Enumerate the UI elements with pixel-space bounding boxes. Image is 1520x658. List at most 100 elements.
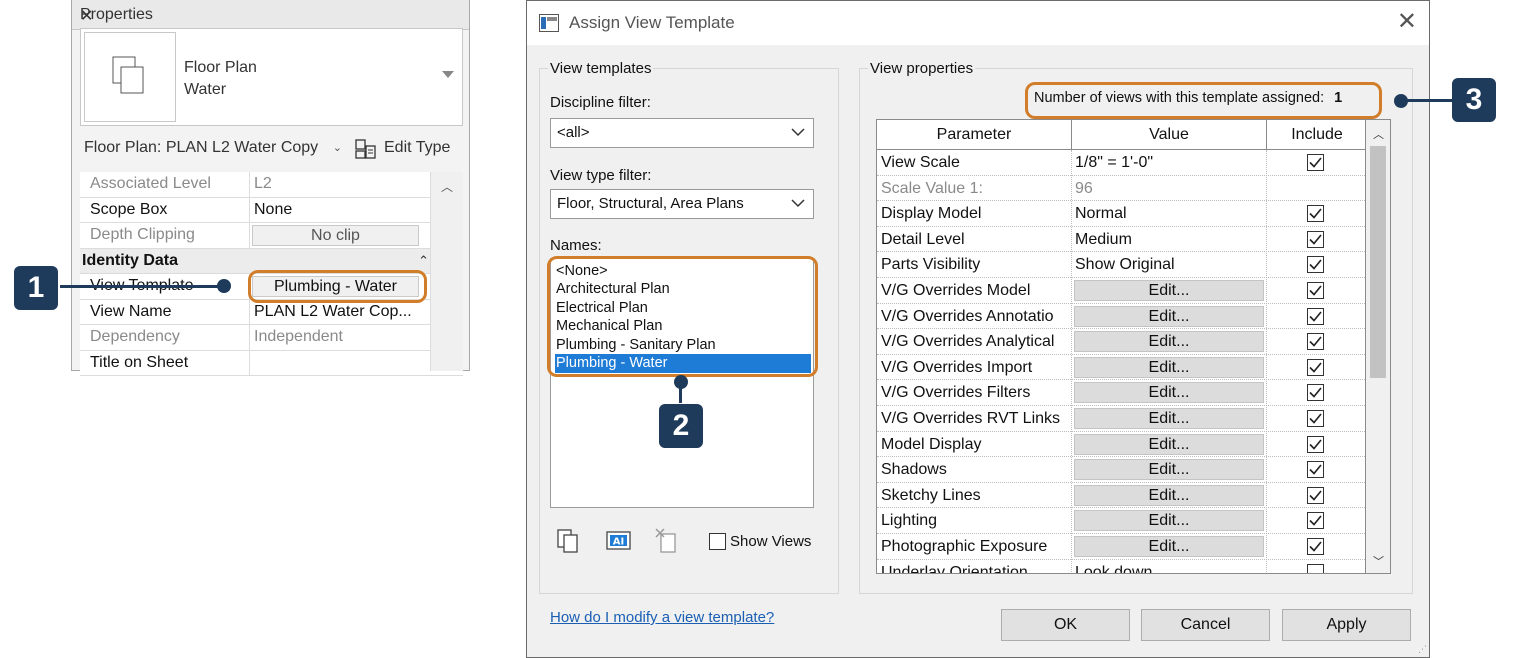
discipline-filter-select[interactable]: <all> bbox=[550, 118, 814, 148]
include-checkbox[interactable] bbox=[1307, 307, 1324, 325]
include-checkbox[interactable] bbox=[1307, 410, 1324, 427]
cancel-button[interactable]: Cancel bbox=[1141, 609, 1270, 641]
edit-button[interactable]: Edit... bbox=[1074, 356, 1264, 378]
include-checkbox[interactable] bbox=[1307, 205, 1324, 223]
column-header-parameter[interactable]: Parameter bbox=[877, 120, 1072, 150]
prop-row-scope-box[interactable]: Scope Box None bbox=[80, 197, 463, 223]
close-icon[interactable]: ✕ bbox=[1397, 7, 1417, 36]
count-value: 1 bbox=[1334, 90, 1343, 106]
instance-selector[interactable]: Floor Plan: PLAN L2 Water Copy ⌄ bbox=[80, 134, 348, 162]
table-row[interactable]: Detail Level Medium bbox=[877, 227, 1365, 253]
scroll-up-icon[interactable]: ︿ bbox=[1373, 126, 1384, 142]
close-icon[interactable]: ✕ bbox=[80, 6, 461, 26]
table-row[interactable]: Sketchy Lines Edit... bbox=[877, 483, 1365, 509]
parameter-cell: Parts Visibility bbox=[881, 256, 981, 274]
type-subtype: Water bbox=[184, 81, 227, 98]
help-link[interactable]: How do I modify a view template? bbox=[550, 609, 774, 626]
list-item[interactable]: Architectural Plan bbox=[555, 280, 811, 299]
scrollbar-thumb[interactable] bbox=[1370, 146, 1386, 378]
value-cell[interactable]: Show Original bbox=[1075, 252, 1265, 277]
include-checkbox[interactable] bbox=[1307, 486, 1324, 504]
column-header-value[interactable]: Value bbox=[1072, 120, 1267, 150]
include-checkbox[interactable] bbox=[1307, 358, 1324, 376]
list-item[interactable]: Plumbing - Sanitary Plan bbox=[555, 336, 811, 355]
include-checkbox[interactable] bbox=[1307, 563, 1324, 573]
table-row[interactable]: V/G Overrides Annotatio Edit... bbox=[877, 304, 1365, 330]
dropdown-caret-icon[interactable] bbox=[442, 71, 454, 78]
table-row[interactable]: Underlay Orientation Look down bbox=[877, 560, 1365, 573]
list-item[interactable]: Electrical Plan bbox=[555, 299, 811, 318]
scroll-up-icon[interactable]: ︿ bbox=[441, 178, 453, 195]
properties-scrollbar[interactable]: ︿ bbox=[430, 172, 463, 371]
table-row[interactable]: Display Model Normal bbox=[877, 201, 1365, 227]
parameter-cell: View Scale bbox=[881, 154, 960, 171]
edit-button[interactable]: Edit... bbox=[1074, 536, 1264, 557]
ok-button[interactable]: OK bbox=[1001, 609, 1130, 641]
include-checkbox[interactable] bbox=[1307, 282, 1324, 299]
include-checkbox[interactable] bbox=[1307, 512, 1324, 530]
prop-name: Dependency bbox=[90, 328, 180, 345]
app-window-icon bbox=[539, 14, 559, 32]
collapse-icon[interactable]: ⌃ bbox=[418, 253, 429, 269]
include-checkbox[interactable] bbox=[1307, 256, 1324, 274]
table-row[interactable]: Shadows Edit... bbox=[877, 457, 1365, 483]
view-type-filter-select[interactable]: Floor, Structural, Area Plans bbox=[550, 189, 814, 219]
table-row[interactable]: View Scale 1/8" = 1'-0" bbox=[877, 150, 1365, 176]
table-row[interactable]: V/G Overrides Filters Edit... bbox=[877, 380, 1365, 406]
scroll-down-icon[interactable]: ﹀ bbox=[1373, 553, 1384, 569]
include-checkbox[interactable] bbox=[1307, 435, 1324, 453]
value-cell: 96 bbox=[1075, 179, 1093, 197]
column-header-include[interactable]: Include bbox=[1267, 120, 1365, 150]
table-row[interactable]: V/G Overrides Import Edit... bbox=[877, 355, 1365, 381]
edit-type-button[interactable]: Edit Type bbox=[354, 134, 464, 162]
apply-button[interactable]: Apply bbox=[1282, 609, 1411, 641]
include-checkbox[interactable] bbox=[1307, 538, 1324, 555]
edit-button[interactable]: Edit... bbox=[1074, 484, 1264, 506]
table-row[interactable]: V/G Overrides Analytical Edit... bbox=[877, 329, 1365, 355]
table-row[interactable]: Parts Visibility Show Original bbox=[877, 252, 1365, 278]
list-item[interactable]: <None> bbox=[555, 262, 811, 281]
view-type-filter-label: View type filter: bbox=[550, 167, 652, 184]
edit-button[interactable]: Edit... bbox=[1074, 459, 1264, 481]
resize-grip-icon[interactable]: ⋰ bbox=[1418, 644, 1427, 655]
value-cell[interactable]: 1/8" = 1'-0" bbox=[1075, 150, 1265, 175]
include-checkbox[interactable] bbox=[1307, 384, 1324, 402]
edit-button[interactable]: Edit... bbox=[1074, 331, 1264, 353]
view-template-button[interactable]: Plumbing - Water bbox=[252, 276, 419, 297]
prop-row-view-name[interactable]: View Name PLAN L2 Water Cop... bbox=[80, 299, 463, 325]
list-item-selected[interactable]: Plumbing - Water bbox=[555, 354, 811, 373]
table-row[interactable]: V/G Overrides RVT Links Edit... bbox=[877, 406, 1365, 432]
value-cell[interactable]: Normal bbox=[1075, 201, 1265, 226]
show-views-checkbox[interactable] bbox=[709, 533, 726, 550]
include-checkbox[interactable] bbox=[1307, 230, 1324, 248]
include-checkbox[interactable] bbox=[1307, 333, 1324, 351]
table-row[interactable]: Photographic Exposure Edit... bbox=[877, 534, 1365, 560]
edit-button[interactable]: Edit... bbox=[1074, 510, 1264, 532]
duplicate-icon[interactable] bbox=[556, 528, 580, 554]
depth-clipping-button[interactable]: No clip bbox=[252, 225, 419, 246]
include-checkbox[interactable] bbox=[1307, 154, 1324, 171]
prop-row-dependency: Dependency Independent bbox=[80, 325, 463, 351]
type-selector[interactable]: Floor Plan Water bbox=[80, 28, 463, 126]
table-row[interactable]: V/G Overrides Model Edit... bbox=[877, 278, 1365, 304]
edit-button[interactable]: Edit... bbox=[1074, 280, 1264, 301]
edit-button[interactable]: Edit... bbox=[1074, 305, 1264, 327]
table-scrollbar[interactable]: ︿ ﹀ bbox=[1366, 119, 1391, 574]
list-item[interactable]: Mechanical Plan bbox=[555, 317, 811, 336]
prop-value[interactable]: PLAN L2 Water Cop... bbox=[254, 303, 422, 321]
rename-icon[interactable]: AI bbox=[606, 530, 632, 552]
table-row[interactable]: Scale Value 1: 96 bbox=[877, 176, 1365, 202]
delete-icon[interactable] bbox=[655, 528, 679, 554]
callout-line-1 bbox=[60, 285, 220, 288]
table-row[interactable]: Model Display Edit... bbox=[877, 432, 1365, 458]
table-row[interactable]: Lighting Edit... bbox=[877, 508, 1365, 534]
include-checkbox[interactable] bbox=[1307, 461, 1324, 479]
prop-value[interactable]: None bbox=[254, 201, 422, 219]
value-cell[interactable]: Look down bbox=[1075, 560, 1265, 573]
value-cell[interactable]: Medium bbox=[1075, 227, 1265, 252]
edit-button[interactable]: Edit... bbox=[1074, 408, 1264, 429]
prop-row-title-on-sheet[interactable]: Title on Sheet bbox=[80, 350, 463, 376]
prop-group-identity-data[interactable]: Identity Data ⌃ bbox=[80, 248, 463, 274]
edit-button[interactable]: Edit... bbox=[1074, 382, 1264, 404]
edit-button[interactable]: Edit... bbox=[1074, 433, 1264, 455]
